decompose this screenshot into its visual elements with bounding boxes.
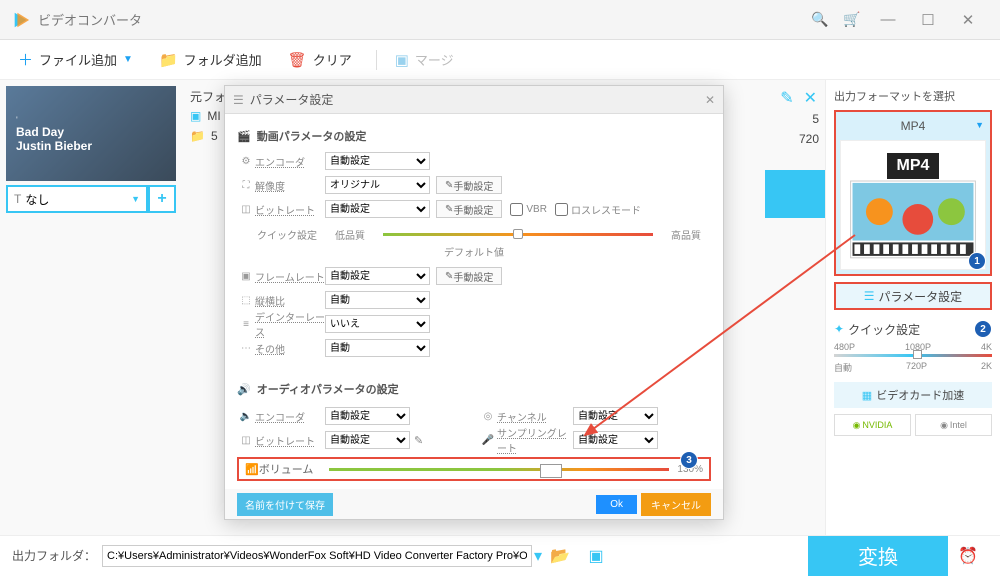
video-section-icon: 🎬	[237, 130, 251, 143]
quality-quick-slider[interactable]	[383, 233, 653, 236]
search-icon[interactable]: 🔍	[804, 11, 836, 28]
bitrate-icon: ◫	[237, 204, 255, 215]
output-folder-input[interactable]	[102, 545, 532, 567]
app-title: ビデオコンバータ	[38, 10, 142, 29]
maximize-button[interactable]: ☐	[908, 11, 948, 29]
add-folder-button[interactable]: 📁 フォルダ追加	[149, 44, 272, 76]
cancel-button[interactable]: キャンセル	[641, 493, 711, 516]
bitrate-icon: ◫	[237, 435, 255, 446]
minimize-button[interactable]: —	[868, 11, 908, 28]
resolution-icon: ⛶	[237, 180, 255, 191]
merge-icon: ▣	[395, 51, 409, 69]
task-tabs: T なし ▼ +	[6, 185, 176, 213]
audio-bitrate-select[interactable]: 自動設定	[325, 431, 410, 449]
audio-section-icon: 🔊	[237, 383, 251, 396]
app-logo-icon	[12, 11, 30, 29]
video-encoder-select[interactable]: 自動設定	[325, 152, 430, 170]
add-tab-button[interactable]: +	[148, 185, 176, 213]
annotation-badge-1: 1	[968, 252, 986, 270]
framerate-icon: ▣	[237, 271, 255, 282]
volume-slider[interactable]	[329, 468, 670, 471]
intel-badge: ◉ Intel	[915, 414, 992, 436]
schedule-icon[interactable]: ⏰	[948, 536, 988, 576]
cart-icon[interactable]: 🛒	[836, 11, 868, 28]
channel-icon: ◎	[479, 411, 497, 422]
other-icon: ⋯	[237, 343, 255, 354]
chip-icon: ▦	[862, 389, 872, 402]
other-select[interactable]: 自動	[325, 339, 430, 357]
add-file-button[interactable]: ＋ ファイル追加 ▼	[8, 44, 143, 76]
video-thumbnail[interactable]: ' Bad Day Justin Bieber	[6, 86, 176, 181]
framerate-select[interactable]: 自動設定	[325, 267, 430, 285]
aspect-select[interactable]: 自動	[325, 291, 430, 309]
ok-button[interactable]: Ok	[596, 495, 637, 514]
trash-icon: 🗑	[288, 51, 307, 69]
save-as-button[interactable]: 名前を付けて保存	[237, 493, 333, 516]
output-settings-icon[interactable]: ▣	[578, 546, 614, 566]
speaker-icon: 🔈	[237, 411, 255, 422]
bottom-bar: 出力フォルダ： ▾ 📂 ▣ 変換 ⏰	[0, 535, 1000, 575]
quick-settings: ✦クイック設定 2 480P1080P4K 自動720P2K	[834, 320, 992, 374]
tab-none[interactable]: T なし ▼	[6, 185, 148, 213]
volume-row: 📶 ボリューム 130%	[237, 457, 711, 481]
annotation-badge-3: 3	[680, 451, 698, 469]
parameter-settings-dialog: ☰ パラメータ設定 ✕ 🎬動画パラメータの設定 ⚙エンコーダ 自動設定 ⛶解像度…	[224, 85, 724, 520]
sliders-icon: ☰	[864, 289, 875, 303]
dialog-title: パラメータ設定	[250, 91, 334, 108]
chevron-down-icon[interactable]: ▼	[123, 54, 133, 65]
nvidia-badge: ◉ NVIDIA	[834, 414, 911, 436]
bitrate-manual-button[interactable]: ✎ 手動設定	[436, 200, 502, 218]
video-icon: ▣	[190, 109, 201, 123]
clear-button[interactable]: 🗑 クリア	[278, 44, 362, 76]
output-folder-label: 出力フォルダ：	[12, 547, 96, 564]
plus-icon: ＋	[18, 49, 33, 70]
output-format-selector[interactable]: MP4 ▼ MP4 1	[834, 110, 992, 276]
aspect-icon: ⬚	[237, 295, 255, 306]
merge-button[interactable]: ▣ マージ	[385, 44, 464, 76]
dialog-close-button[interactable]: ✕	[705, 93, 715, 107]
output-panel: 出力フォーマットを選択 MP4 ▼ MP4 1 ☰	[825, 80, 1000, 535]
framerate-manual-button[interactable]: ✎ 手動設定	[436, 267, 502, 285]
path-dropdown-icon[interactable]: ▾	[534, 546, 542, 566]
audio-bitrate-edit[interactable]: ✎	[414, 434, 423, 447]
resolution-manual-button[interactable]: ✎ 手動設定	[436, 176, 502, 194]
parameter-settings-button[interactable]: ☰ パラメータ設定	[834, 282, 992, 310]
titlebar: ビデオコンバータ 🔍 🛒 — ☐ ✕	[0, 0, 1000, 40]
deinterlace-select[interactable]: いいえ	[325, 315, 430, 333]
open-folder-icon[interactable]: 📂	[542, 546, 578, 566]
annotation-badge-2: 2	[974, 320, 992, 338]
close-file-icon[interactable]: ✕	[804, 88, 817, 108]
samplerate-select[interactable]: 自動設定	[573, 431, 658, 449]
edit-icon[interactable]: ✎	[780, 88, 793, 108]
deinterlace-icon: ≡	[237, 319, 255, 330]
gear-icon: ⚙	[237, 156, 255, 167]
lossless-checkbox[interactable]: ロスレスモード	[555, 202, 641, 217]
sliders-icon: ☰	[233, 93, 244, 107]
channel-select[interactable]: 自動設定	[573, 407, 658, 425]
quality-slider[interactable]	[834, 354, 992, 357]
close-button[interactable]: ✕	[948, 11, 988, 29]
folder-icon: 📁	[190, 129, 205, 143]
mic-icon: 🎤	[479, 435, 497, 446]
gpu-accel-button[interactable]: ▦ ビデオカード加速	[834, 382, 992, 408]
volume-icon: 📶	[245, 463, 259, 476]
output-format-header: 出力フォーマットを選択	[834, 88, 992, 104]
chevron-down-icon[interactable]: ▼	[975, 120, 984, 130]
convert-button[interactable]: 変換	[808, 536, 948, 576]
resolution-select[interactable]: オリジナル	[325, 176, 430, 194]
folder-plus-icon: 📁	[159, 51, 178, 69]
vbr-checkbox[interactable]: VBR	[510, 203, 547, 216]
audio-encoder-select[interactable]: 自動設定	[325, 407, 410, 425]
main-toolbar: ＋ ファイル追加 ▼ 📁 フォルダ追加 🗑 クリア ▣ マージ	[0, 40, 1000, 80]
video-bitrate-select[interactable]: 自動設定	[325, 200, 430, 218]
